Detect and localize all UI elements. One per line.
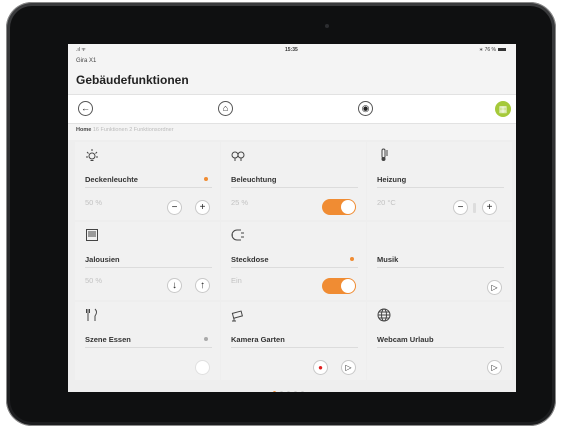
tile-beleuchtung[interactable]: Beleuchtung 25 % xyxy=(221,142,366,220)
back-button[interactable]: ← xyxy=(78,101,93,116)
increase-button[interactable]: + xyxy=(195,200,210,215)
battery-indicator: ∗ 76 % xyxy=(479,47,506,53)
tile-label: Heizung xyxy=(377,175,407,184)
tile-value: 50 % xyxy=(85,198,103,207)
tile-label: Jalousien xyxy=(85,255,120,264)
decrease-button[interactable]: − xyxy=(167,200,182,215)
status-bar: .ıl ᯤ 15:35 ∗ 76 % xyxy=(68,44,516,56)
record-button[interactable]: ● xyxy=(313,360,328,375)
status-time: 15:35 xyxy=(285,47,298,53)
page-dot[interactable] xyxy=(287,391,290,392)
breadcrumb: Home 16 Funktionen 2 Funktionsordner xyxy=(76,127,174,133)
divider xyxy=(85,347,212,348)
tile-musik[interactable]: Musik ▷ xyxy=(367,222,512,300)
tile-label: Beleuchtung xyxy=(231,175,277,184)
tile-label: Webcam Urlaub xyxy=(377,335,434,344)
nav-bar: ← ⌂ ◉ ▦ xyxy=(68,94,516,124)
setpoint-indicator xyxy=(473,203,476,213)
tablet-frame: .ıl ᯤ 15:35 ∗ 76 % Gira X1 Gebäudefunkti… xyxy=(6,2,556,426)
tile-deckenleuchte[interactable]: Deckenleuchte 50 % − + xyxy=(75,142,220,220)
activate-scene-button[interactable] xyxy=(195,360,210,375)
power-toggle[interactable] xyxy=(322,199,356,215)
battery-text: ∗ 76 % xyxy=(479,47,496,53)
play-button[interactable]: ▷ xyxy=(487,280,502,295)
front-camera xyxy=(325,24,329,28)
divider xyxy=(85,267,212,268)
tile-label: Steckdose xyxy=(231,255,269,264)
move-up-button[interactable]: ↑ xyxy=(195,278,210,293)
tile-value: 20 °C xyxy=(377,198,396,207)
divider xyxy=(85,187,212,188)
tile-value: 25 % xyxy=(231,198,249,207)
tile-value: 50 % xyxy=(85,276,103,285)
function-grid: Deckenleuchte 50 % − + Beleuchtung 25 % xyxy=(68,140,516,392)
tile-label: Deckenleuchte xyxy=(85,175,138,184)
cutlery-icon xyxy=(85,308,99,322)
tile-label: Kamera Garten xyxy=(231,335,285,344)
battery-icon xyxy=(498,48,506,52)
breadcrumb-home[interactable]: Home xyxy=(76,127,91,133)
scenes-button[interactable]: ◉ xyxy=(358,101,373,116)
thermometer-icon xyxy=(377,148,391,162)
divider xyxy=(377,347,504,348)
toggle-knob xyxy=(341,200,355,214)
play-button[interactable]: ▷ xyxy=(487,360,502,375)
grid-view-button[interactable]: ▦ xyxy=(495,101,511,117)
tile-label: Szene Essen xyxy=(85,335,131,344)
tile-kamera-garten[interactable]: Kamera Garten ● ▷ xyxy=(221,302,366,380)
page-dot[interactable] xyxy=(280,391,283,392)
tile-jalousien[interactable]: Jalousien 50 % ↓ ↑ xyxy=(75,222,220,300)
power-toggle[interactable] xyxy=(322,278,356,294)
tile-webcam-urlaub[interactable]: Webcam Urlaub ▷ xyxy=(367,302,512,380)
status-dot xyxy=(350,257,354,261)
page-dot[interactable] xyxy=(273,391,276,392)
play-button[interactable]: ▷ xyxy=(341,360,356,375)
divider xyxy=(377,267,504,268)
divider xyxy=(231,347,358,348)
move-down-button[interactable]: ↓ xyxy=(167,278,182,293)
lamp-icon xyxy=(85,148,99,162)
page-dot[interactable] xyxy=(294,391,297,392)
breadcrumb-info: 16 Funktionen 2 Funktionsordner xyxy=(92,127,174,133)
blinds-icon xyxy=(85,228,99,242)
decrease-button[interactable]: − xyxy=(453,200,468,215)
status-dot xyxy=(204,337,208,341)
globe-icon xyxy=(377,308,391,322)
app-name: Gira X1 xyxy=(76,58,97,64)
signal-indicator: .ıl ᯤ xyxy=(76,47,86,53)
divider xyxy=(231,267,358,268)
screen: .ıl ᯤ 15:35 ∗ 76 % Gira X1 Gebäudefunkti… xyxy=(68,44,516,392)
tile-value: Ein xyxy=(231,276,242,285)
tile-heizung[interactable]: Heizung 20 °C − + xyxy=(367,142,512,220)
home-button[interactable]: ⌂ xyxy=(218,101,233,116)
socket-icon xyxy=(231,228,245,242)
tile-label: Musik xyxy=(377,255,399,264)
increase-button[interactable]: + xyxy=(482,200,497,215)
double-lamp-icon xyxy=(231,148,245,162)
divider xyxy=(231,187,358,188)
tile-szene-essen[interactable]: Szene Essen xyxy=(75,302,220,380)
divider xyxy=(377,187,504,188)
page-title: Gebäudefunktionen xyxy=(76,73,189,87)
page-dot[interactable] xyxy=(301,391,304,392)
tile-steckdose[interactable]: Steckdose Ein xyxy=(221,222,366,300)
status-dot xyxy=(204,177,208,181)
camera-icon xyxy=(231,308,245,322)
page-indicator xyxy=(271,381,306,392)
toggle-knob xyxy=(341,279,355,293)
